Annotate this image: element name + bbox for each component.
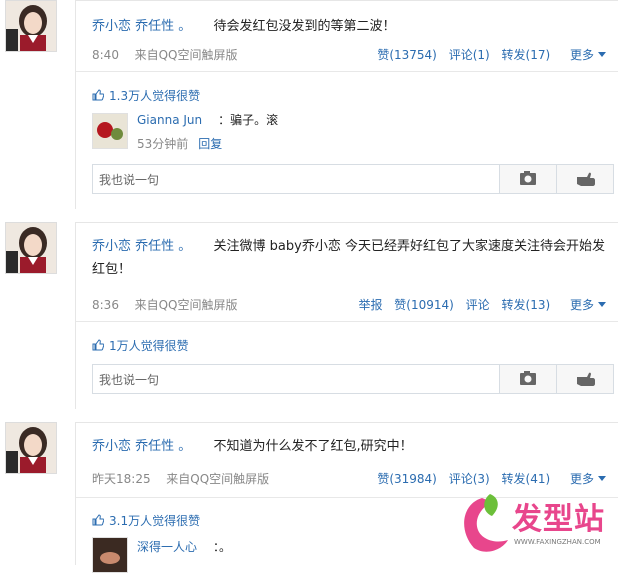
comment-button[interactable]: 评论 bbox=[466, 298, 490, 312]
likes-summary[interactable]: 1万人觉得很赞 bbox=[92, 337, 189, 354]
report-button[interactable]: 举报 bbox=[358, 298, 382, 312]
comment-body: Gianna Jun ：骗子。滚 bbox=[137, 111, 278, 128]
commenter-avatar[interactable] bbox=[92, 537, 128, 573]
watermark-url: WWW.FAXINGZHAN.COM bbox=[514, 538, 601, 546]
post-meta: 昨天18:25 来自QQ空间触屏版 赞(31984) 评论(3) 转发(41) … bbox=[92, 470, 612, 490]
post-author[interactable]: 乔小恋 乔任性 。 bbox=[92, 19, 191, 34]
post-card: 乔小恋 乔任性 。 待会发红包没发到的等第二波！ 8:40 来自QQ空间触屏版 … bbox=[75, 0, 618, 209]
repost-button[interactable]: 转发(41) bbox=[502, 472, 551, 486]
like-button[interactable]: 赞(13754) bbox=[377, 48, 437, 62]
reply-button[interactable]: 回复 bbox=[198, 137, 222, 151]
divider bbox=[76, 321, 618, 322]
comment-text: ：。 bbox=[213, 540, 232, 554]
avatar[interactable] bbox=[5, 422, 57, 474]
likes-summary[interactable]: 1.3万人觉得很赞 bbox=[92, 87, 200, 104]
pointing-hand-icon bbox=[577, 372, 595, 386]
thumbs-up-icon bbox=[92, 514, 104, 526]
commenter-name[interactable]: 深得一人心 bbox=[137, 540, 197, 554]
post-source: 来自QQ空间触屏版 bbox=[134, 48, 238, 62]
watermark-text: 发型站 bbox=[512, 502, 605, 537]
repost-button[interactable]: 转发(13) bbox=[502, 298, 551, 312]
commenter-name[interactable]: Gianna Jun bbox=[137, 113, 202, 127]
photo-button[interactable] bbox=[499, 165, 556, 193]
post-time: 8:36 bbox=[92, 298, 119, 312]
post-meta: 8:36 来自QQ空间触屏版 举报 赞(10914) 评论 转发(13) 更多 bbox=[92, 296, 612, 316]
post-content: 乔小恋 乔任性 。 待会发红包没发到的等第二波！ bbox=[92, 15, 612, 38]
comment-meta: 53分钟前 回复 bbox=[137, 135, 222, 152]
emoji-button[interactable] bbox=[556, 165, 613, 193]
repost-button[interactable]: 转发(17) bbox=[502, 48, 551, 62]
more-button[interactable]: 更多 bbox=[562, 298, 606, 312]
comment-text: ：骗子。滚 bbox=[218, 113, 279, 127]
pointing-hand-icon bbox=[577, 172, 595, 186]
post-text: 待会发红包没发到的等第二波！ bbox=[213, 19, 396, 34]
post-card: 乔小恋 乔任性 。 关注微博 baby乔小恋 今天已经弄好红包了大家速度关注待会… bbox=[75, 222, 618, 409]
like-button[interactable]: 赞(31984) bbox=[377, 472, 437, 486]
post-author[interactable]: 乔小恋 乔任性 。 bbox=[92, 439, 191, 454]
post-author[interactable]: 乔小恋 乔任性 。 bbox=[92, 239, 191, 254]
comment-input[interactable]: 我也说一句 bbox=[92, 164, 614, 194]
chevron-down-icon bbox=[598, 302, 606, 307]
chevron-down-icon bbox=[598, 476, 606, 481]
leaf-logo-icon bbox=[464, 494, 508, 552]
camera-icon bbox=[520, 371, 536, 385]
more-button[interactable]: 更多 bbox=[562, 472, 606, 486]
comment-body: 深得一人心 ：。 bbox=[137, 538, 231, 555]
thumbs-up-icon bbox=[92, 339, 104, 351]
comment-input[interactable]: 我也说一句 bbox=[92, 364, 614, 394]
photo-button[interactable] bbox=[499, 365, 556, 393]
camera-icon bbox=[520, 171, 536, 185]
chevron-down-icon bbox=[598, 52, 606, 57]
like-button[interactable]: 赞(10914) bbox=[394, 298, 454, 312]
likes-summary[interactable]: 3.1万人觉得很赞 bbox=[92, 512, 200, 529]
comment-input-placeholder: 我也说一句 bbox=[99, 173, 160, 187]
post-time-source: 8:40 来自QQ空间触屏版 bbox=[92, 46, 238, 63]
post-source: 来自QQ空间触屏版 bbox=[134, 298, 238, 312]
more-button[interactable]: 更多 bbox=[562, 48, 606, 62]
emoji-button[interactable] bbox=[556, 365, 613, 393]
post-actions: 赞(13754) 评论(1) 转发(17) 更多 bbox=[369, 46, 606, 63]
post-time-source: 昨天18:25 来自QQ空间触屏版 bbox=[92, 470, 269, 487]
post-actions: 举报 赞(10914) 评论 转发(13) 更多 bbox=[350, 296, 606, 313]
thumbs-up-icon bbox=[92, 89, 104, 101]
post-time: 8:40 bbox=[92, 48, 119, 62]
post-time-source: 8:36 来自QQ空间触屏版 bbox=[92, 296, 238, 313]
post-text: 不知道为什么发不了红包,研究中！ bbox=[213, 439, 413, 454]
post-source: 来自QQ空间触屏版 bbox=[166, 472, 270, 486]
post-actions: 赞(31984) 评论(3) 转发(41) 更多 bbox=[369, 470, 606, 487]
comment-button[interactable]: 评论(3) bbox=[449, 472, 490, 486]
post-content: 乔小恋 乔任性 。 关注微博 baby乔小恋 今天已经弄好红包了大家速度关注待会… bbox=[92, 235, 612, 281]
avatar[interactable] bbox=[5, 0, 57, 52]
post-time: 昨天18:25 bbox=[92, 472, 151, 486]
comment-input-placeholder: 我也说一句 bbox=[99, 373, 160, 387]
post-meta: 8:40 来自QQ空间触屏版 赞(13754) 评论(1) 转发(17) 更多 bbox=[92, 46, 612, 66]
watermark-logo: 发型站 WWW.FAXINGZHAN.COM bbox=[452, 488, 618, 564]
divider bbox=[76, 71, 618, 72]
avatar[interactable] bbox=[5, 222, 57, 274]
comment-time: 53分钟前 bbox=[137, 137, 189, 151]
commenter-avatar[interactable] bbox=[92, 113, 128, 149]
comment-button[interactable]: 评论(1) bbox=[449, 48, 490, 62]
post-content: 乔小恋 乔任性 。 不知道为什么发不了红包,研究中！ bbox=[92, 435, 612, 458]
